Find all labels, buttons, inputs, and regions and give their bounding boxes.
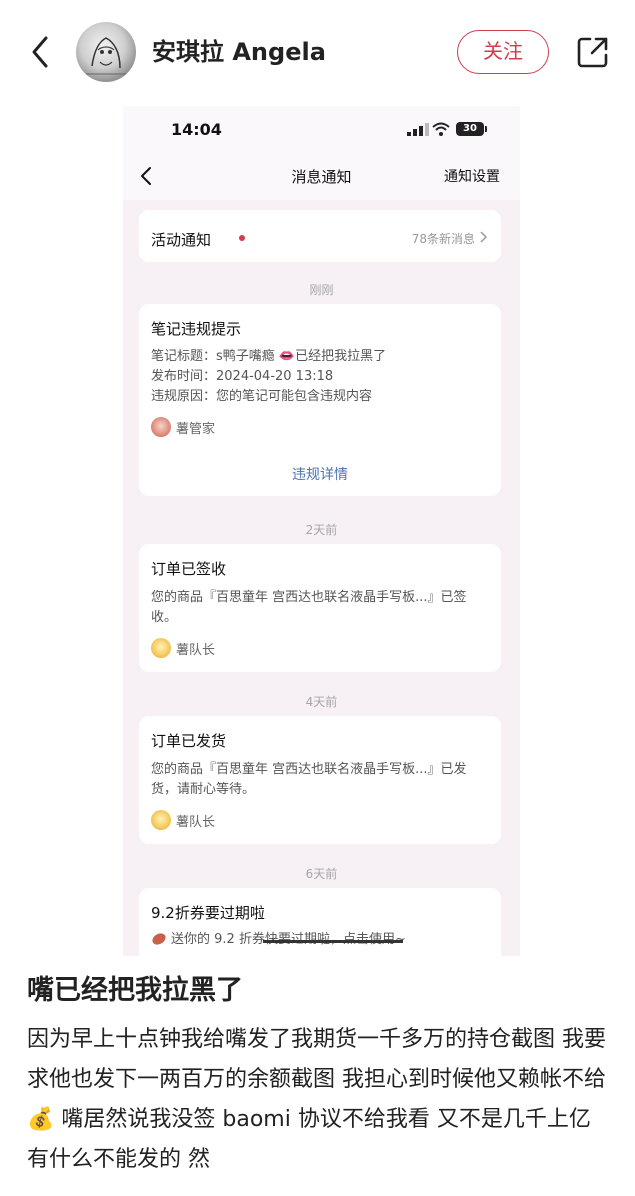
status-bar: 14:04 30 <box>123 106 520 150</box>
avatar[interactable] <box>76 22 136 82</box>
activity-notification-row[interactable]: 活动通知 78条新消息 <box>139 210 501 262</box>
notification-card-order-received[interactable]: 订单已签收 您的商品『百思童年 宫西达也联名液晶手写板...』已签收。 薯队长 <box>139 544 501 672</box>
notification-card-violation[interactable]: 笔记违规提示 笔记标题：s鸭子嘴瘾 👄已经把我拉黑了 发布时间：2024-04-… <box>139 304 501 496</box>
top-bar: 安琪拉 Angela 关注 <box>0 0 635 106</box>
card-line: 违规原因：您的笔记可能包含违规内容 <box>151 389 373 404</box>
chevron-right-icon <box>480 231 487 243</box>
sender-name: 薯管家 <box>176 422 216 437</box>
author-name[interactable]: 安琪拉 Angela <box>152 36 326 68</box>
wifi-icon <box>432 122 450 136</box>
card-title: 订单已签收 <box>151 560 227 578</box>
avatar-image <box>86 37 126 75</box>
post-title: 嘴已经把我拉黑了 <box>27 975 243 1006</box>
sender-avatar <box>151 417 171 437</box>
activity-count: 78条新消息 <box>411 232 475 246</box>
sender-name: 薯队长 <box>176 643 216 658</box>
notification-card-order-shipped[interactable]: 订单已发货 您的商品『百思童年 宫西达也联名液晶手写板...』已发货，请耐心等待… <box>139 716 501 844</box>
follow-button[interactable]: 关注 <box>457 30 549 74</box>
time-separator: 2天前 <box>305 523 338 537</box>
scribble-mark <box>263 940 403 943</box>
post-body: 因为早上十点钟我给嘴发了我期货一千多万的持仓截图 我要求他也发下一两百万的余额截… <box>27 1027 606 1172</box>
status-time: 14:04 <box>171 120 222 139</box>
violation-details-link[interactable]: 违规详情 <box>139 464 501 484</box>
sender-avatar <box>151 810 171 830</box>
time-separator: 刚刚 <box>309 283 334 297</box>
sender-name: 薯队长 <box>176 815 216 830</box>
card-title: 笔记违规提示 <box>151 320 242 338</box>
unread-dot <box>239 235 245 241</box>
card-title: 9.2折券要过期啦 <box>151 904 265 922</box>
embedded-screenshot[interactable]: 14:04 30 消息通知 通知设置 活动通知 78条新消息 刚刚 笔记违规提示… <box>123 106 520 956</box>
card-body: 您的商品『百思童年 宫西达也联名液晶手写板...』已发货，请耐心等待。 <box>151 762 467 797</box>
notification-settings-link[interactable]: 通知设置 <box>444 166 500 186</box>
notification-nav: 消息通知 通知设置 <box>123 150 520 200</box>
battery-tip <box>485 126 487 132</box>
time-separator: 6天前 <box>305 867 338 881</box>
battery-icon: 30 <box>456 122 484 136</box>
coupon-icon <box>151 932 167 953</box>
sender-avatar <box>151 638 171 658</box>
time-separator: 4天前 <box>305 695 338 709</box>
back-icon[interactable] <box>26 34 56 70</box>
card-line: 发布时间：2024-04-20 13:18 <box>151 369 334 384</box>
card-line: 笔记标题：s鸭子嘴瘾 👄已经把我拉黑了 <box>151 349 387 364</box>
share-icon[interactable] <box>575 34 611 70</box>
activity-label: 活动通知 <box>151 231 212 249</box>
notification-card-coupon[interactable]: 9.2折券要过期啦 送你的 9.2 折券快要过期啦，点击使用~ <box>139 888 501 956</box>
signal-icon <box>407 123 429 136</box>
card-title: 订单已发货 <box>151 732 227 750</box>
card-body: 您的商品『百思童年 宫西达也联名液晶手写板...』已签收。 <box>151 590 467 625</box>
